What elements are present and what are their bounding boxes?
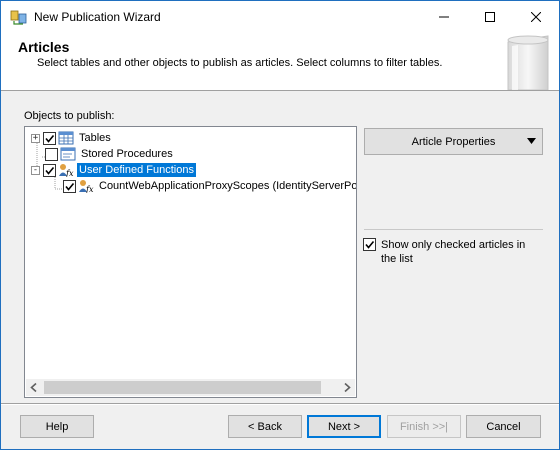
svg-text:fx: fx (85, 185, 94, 193)
title-bar: New Publication Wizard (1, 1, 559, 32)
user-defined-functions-checkbox[interactable] (43, 163, 56, 177)
tree-node-label: Stored Procedures (81, 148, 173, 160)
tree-node-count-web-application-proxy-scopes[interactable]: fx CountWebApplicationProxyScopes (Ident… (63, 178, 357, 194)
tree-node-tables[interactable]: + Tables (31, 130, 113, 146)
app-icon (10, 10, 27, 25)
back-button[interactable]: < Back (228, 415, 302, 438)
checkmark-icon (45, 134, 55, 143)
tree-node-stored-procedures[interactable]: Stored Procedures (45, 146, 175, 162)
tree-node-label: Tables (79, 132, 111, 144)
close-button[interactable] (513, 1, 559, 32)
stored-procedures-checkbox[interactable] (45, 147, 58, 161)
tree-node-label-selected: User Defined Functions (77, 163, 196, 177)
next-button[interactable]: Next > (307, 415, 381, 438)
wizard-banner-icon (507, 35, 549, 90)
tables-checkbox[interactable] (43, 131, 56, 145)
maximize-icon (485, 11, 495, 22)
objects-to-publish-label: Objects to publish: (24, 110, 115, 122)
scrollbar-thumb[interactable] (44, 381, 321, 394)
divider (364, 229, 543, 230)
stored-procedure-icon (60, 147, 76, 161)
publication-wizard-window: New Publication Wizard Articles Select t… (0, 0, 560, 450)
minimize-icon (439, 16, 449, 17)
function-icon: fx (79, 180, 94, 193)
table-icon (58, 131, 74, 145)
page-title: Articles (18, 39, 70, 55)
tree-node-user-defined-functions[interactable]: - fx User Defined Functions (31, 162, 196, 178)
collapse-functions-button[interactable]: - (31, 165, 40, 175)
dropdown-arrow-icon (527, 138, 536, 144)
finish-button[interactable]: Finish >>| (387, 415, 461, 438)
show-only-checked-checkbox[interactable] (363, 238, 376, 251)
scroll-right-icon[interactable] (341, 382, 353, 393)
function-icon: fx (59, 164, 74, 177)
cancel-button[interactable]: Cancel (466, 415, 541, 438)
close-icon (531, 11, 541, 22)
objects-tree[interactable]: + Tables Stored Procedures - fx User Def… (24, 126, 357, 398)
scroll-left-icon[interactable] (28, 382, 40, 393)
tree-node-label: CountWebApplicationProxyScopes (Identity… (99, 180, 357, 192)
horizontal-scrollbar[interactable] (26, 379, 355, 396)
article-properties-label: Article Properties (411, 135, 496, 148)
function-item-checkbox[interactable] (63, 179, 76, 193)
show-only-checked-label: Show only checked articles in the list (381, 239, 526, 265)
checkmark-icon (365, 240, 375, 249)
help-button[interactable]: Help (20, 415, 94, 438)
wizard-header: Articles Select tables and other objects… (1, 32, 559, 91)
expand-tables-button[interactable]: + (31, 133, 40, 143)
footer-divider-highlight (1, 404, 559, 405)
svg-text:fx: fx (65, 169, 74, 177)
article-properties-button[interactable]: Article Properties (364, 128, 543, 155)
window-title: New Publication Wizard (34, 10, 161, 24)
maximize-button[interactable] (467, 1, 513, 32)
checkmark-icon (65, 182, 75, 191)
page-description: Select tables and other objects to publi… (37, 57, 443, 69)
minimize-button[interactable] (421, 1, 467, 32)
checkmark-icon (45, 166, 55, 175)
